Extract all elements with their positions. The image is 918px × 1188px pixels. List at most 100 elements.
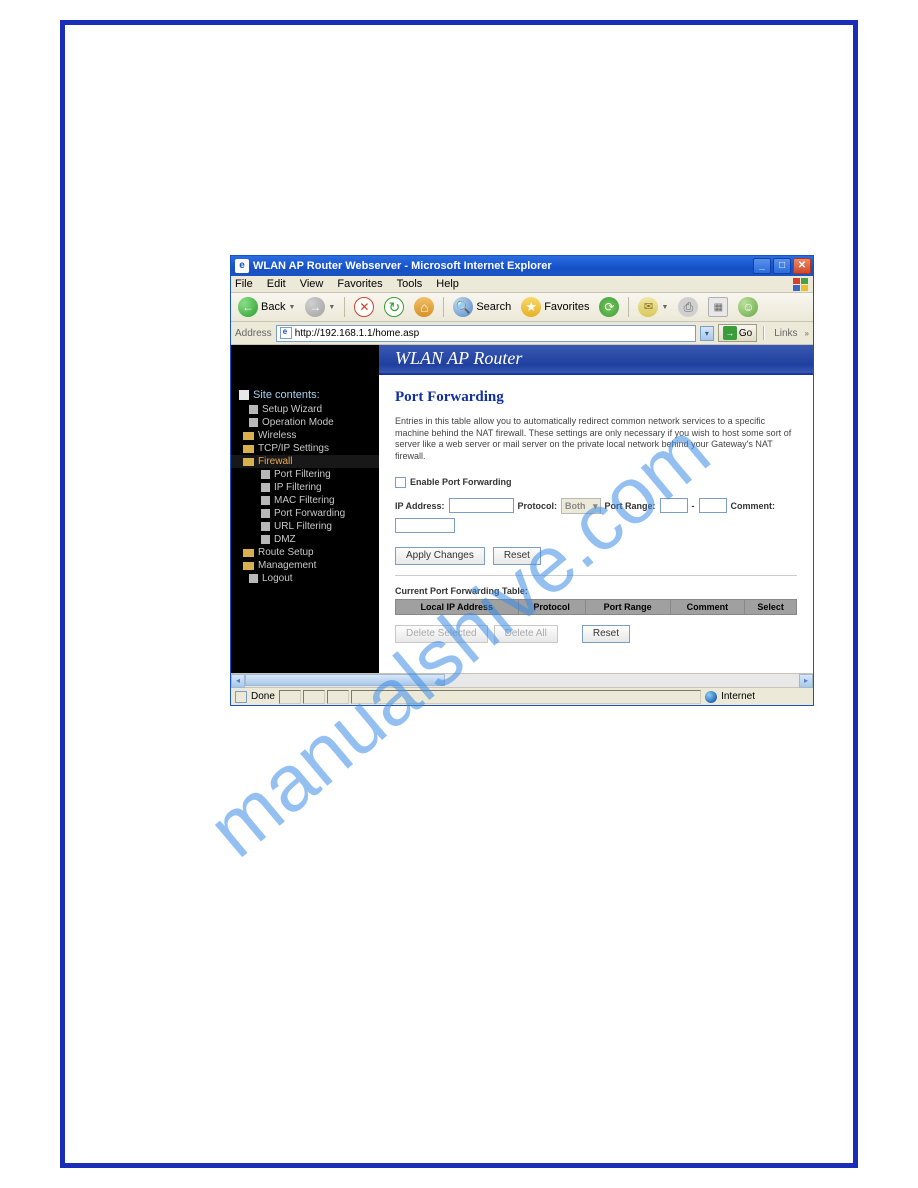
close-button[interactable]: ✕ [793, 258, 811, 274]
scroll-right-button[interactable]: ▸ [799, 674, 813, 688]
stop-icon: ✕ [354, 297, 374, 317]
toolbar: ← Back ▼ → ▼ ✕ ↻ ⌂ 🔍 Search [231, 293, 813, 322]
page-icon [249, 574, 258, 583]
address-url: http://192.168.1.1/home.asp [295, 328, 420, 339]
reset-button[interactable]: Reset [493, 547, 541, 565]
mail-button[interactable]: ✉ ▼ [635, 296, 671, 318]
page-icon [261, 535, 270, 544]
go-button[interactable]: → Go [718, 324, 757, 342]
globe-icon [705, 691, 717, 703]
enable-checkbox[interactable] [395, 477, 406, 488]
sidebar: Site contents: Setup Wizard Operation Mo… [231, 345, 379, 673]
address-label: Address [235, 328, 272, 339]
sidebar-item-port-filtering[interactable]: Port Filtering [231, 468, 379, 481]
mail-icon: ✉ [638, 297, 658, 317]
stop-button[interactable]: ✕ [351, 296, 377, 318]
statusbar: Done Internet [231, 687, 813, 705]
port-from-input[interactable] [660, 498, 688, 513]
print-button[interactable]: ⎙ [675, 296, 701, 318]
folder-icon [243, 432, 254, 440]
page-icon [261, 509, 270, 518]
main-pane: WLAN AP Router Port Forwarding Entries i… [379, 345, 813, 673]
sidebar-item-management[interactable]: Management [231, 559, 379, 572]
comment-input[interactable] [395, 518, 455, 533]
back-button[interactable]: ← Back ▼ [235, 296, 298, 318]
go-arrow-icon: → [723, 326, 737, 340]
titlebar[interactable]: e WLAN AP Router Webserver - Microsoft I… [231, 256, 813, 276]
sidebar-item-firewall[interactable]: Firewall [231, 455, 379, 468]
menu-file[interactable]: File [235, 278, 253, 290]
browser-window: e WLAN AP Router Webserver - Microsoft I… [230, 255, 814, 706]
sidebar-item-port-forwarding[interactable]: Port Forwarding [231, 507, 379, 520]
maximize-button[interactable]: □ [773, 258, 791, 274]
ip-label: IP Address: [395, 501, 445, 511]
menubar: File Edit View Favorites Tools Help [231, 276, 813, 293]
menu-tools[interactable]: Tools [397, 278, 423, 290]
sidebar-item-ip-filtering[interactable]: IP Filtering [231, 481, 379, 494]
folder-icon [243, 562, 254, 570]
address-dropdown[interactable]: ▾ [700, 326, 714, 341]
page-title: Port Forwarding [395, 389, 797, 406]
sidebar-item-mac-filtering[interactable]: MAC Filtering [231, 494, 379, 507]
port-sep: - [692, 501, 695, 511]
refresh-icon: ↻ [384, 297, 404, 317]
window-title: WLAN AP Router Webserver - Microsoft Int… [253, 260, 753, 272]
document-border: manualshive.com e WLAN AP Router Webserv… [60, 20, 858, 1168]
description: Entries in this table allow you to autom… [395, 416, 797, 463]
minimize-button[interactable]: _ [753, 258, 771, 274]
apply-button[interactable]: Apply Changes [395, 547, 485, 565]
media-button[interactable]: ⟳ [596, 296, 622, 318]
delete-all-button[interactable]: Delete All [494, 625, 558, 643]
enable-label: Enable Port Forwarding [410, 477, 512, 487]
ip-input[interactable] [449, 498, 514, 513]
th-ip: Local IP Address [396, 599, 519, 614]
page-icon [261, 496, 270, 505]
scroll-track[interactable] [245, 674, 799, 687]
protocol-select[interactable]: Both [561, 498, 601, 514]
sidebar-item-dmz[interactable]: DMZ [231, 533, 379, 546]
folder-icon [243, 549, 254, 557]
edit-button[interactable]: ▦ [705, 296, 731, 318]
search-icon: 🔍 [453, 297, 473, 317]
links-label[interactable]: Links [771, 328, 800, 339]
menu-help[interactable]: Help [436, 278, 459, 290]
horizontal-scrollbar[interactable]: ◂ ▸ [231, 673, 813, 687]
sidebar-item-route-setup[interactable]: Route Setup [231, 546, 379, 559]
sidebar-item-operation-mode[interactable]: Operation Mode [231, 416, 379, 429]
comment-label: Comment: [731, 501, 776, 511]
th-comment: Comment [670, 599, 745, 614]
sidebar-item-tcpip[interactable]: TCP/IP Settings [231, 442, 379, 455]
favorites-button[interactable]: ★ Favorites [518, 296, 592, 318]
scroll-thumb[interactable] [245, 674, 445, 686]
home-button[interactable]: ⌂ [411, 296, 437, 318]
menu-favorites[interactable]: Favorites [337, 278, 382, 290]
protocol-label: Protocol: [518, 501, 558, 511]
forwarding-table: Local IP Address Protocol Port Range Com… [395, 599, 797, 615]
reset2-button[interactable]: Reset [582, 625, 630, 643]
messenger-icon: ☺ [738, 297, 758, 317]
home-icon: ⌂ [414, 297, 434, 317]
th-select: Select [745, 599, 797, 614]
search-button[interactable]: 🔍 Search [450, 296, 514, 318]
messenger-button[interactable]: ☺ [735, 296, 761, 318]
folder-icon [243, 445, 254, 453]
sidebar-item-setup-wizard[interactable]: Setup Wizard [231, 403, 379, 416]
refresh-button[interactable]: ↻ [381, 296, 407, 318]
port-range-label: Port Range: [605, 501, 656, 511]
sidebar-item-logout[interactable]: Logout [231, 572, 379, 585]
forward-button[interactable]: → ▼ [302, 296, 338, 318]
content-area: Site contents: Setup Wizard Operation Mo… [231, 345, 813, 673]
address-input[interactable]: http://192.168.1.1/home.asp [276, 325, 696, 342]
menu-view[interactable]: View [300, 278, 324, 290]
menu-edit[interactable]: Edit [267, 278, 286, 290]
delete-selected-button[interactable]: Delete Selected [395, 625, 488, 643]
scroll-left-button[interactable]: ◂ [231, 674, 245, 688]
banner: WLAN AP Router [379, 345, 813, 375]
sidebar-item-url-filtering[interactable]: URL Filtering [231, 520, 379, 533]
th-protocol: Protocol [518, 599, 585, 614]
th-port: Port Range [585, 599, 670, 614]
address-bar: Address http://192.168.1.1/home.asp ▾ → … [231, 322, 813, 345]
table-label: Current Port Forwarding Table: [395, 586, 797, 596]
sidebar-item-wireless[interactable]: Wireless [231, 429, 379, 442]
port-to-input[interactable] [699, 498, 727, 513]
